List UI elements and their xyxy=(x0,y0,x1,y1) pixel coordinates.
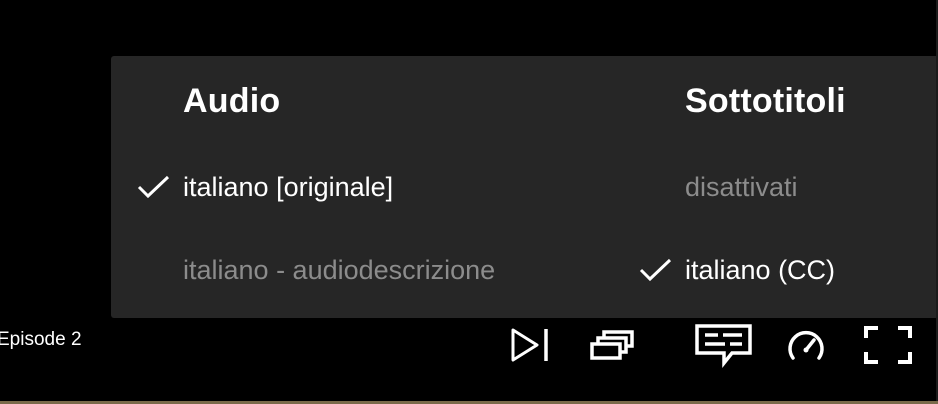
video-player: Audio italiano [originale] italiano - au… xyxy=(0,0,938,404)
episodes-icon xyxy=(590,330,634,360)
episode-title: Episode 2 xyxy=(0,329,82,350)
episodes-button[interactable] xyxy=(588,320,638,370)
playback-speed-button[interactable] xyxy=(784,320,828,370)
check-icon xyxy=(137,175,170,199)
check-icon xyxy=(639,258,672,282)
audio-subtitles-button[interactable] xyxy=(692,320,756,370)
audio-option-label[interactable]: italiano [originale] xyxy=(183,172,393,203)
audio-option-audiodescrizione[interactable]: italiano - audiodescrizione xyxy=(183,255,495,286)
fullscreen-icon xyxy=(864,326,912,364)
subtitle-option-label[interactable]: italiano (CC) xyxy=(685,255,835,286)
next-episode-icon xyxy=(511,328,548,362)
next-episode-button[interactable] xyxy=(508,320,552,370)
audio-subtitles-panel: Audio italiano [originale] italiano - au… xyxy=(111,56,938,318)
subtitle-option-disattivati[interactable]: disattivati xyxy=(685,172,798,203)
playback-speed-icon xyxy=(788,330,824,360)
audio-heading: Audio xyxy=(183,82,281,120)
fullscreen-button[interactable] xyxy=(862,320,914,370)
audio-subtitles-icon xyxy=(695,324,752,368)
subtitles-heading: Sottotitoli xyxy=(685,82,846,120)
